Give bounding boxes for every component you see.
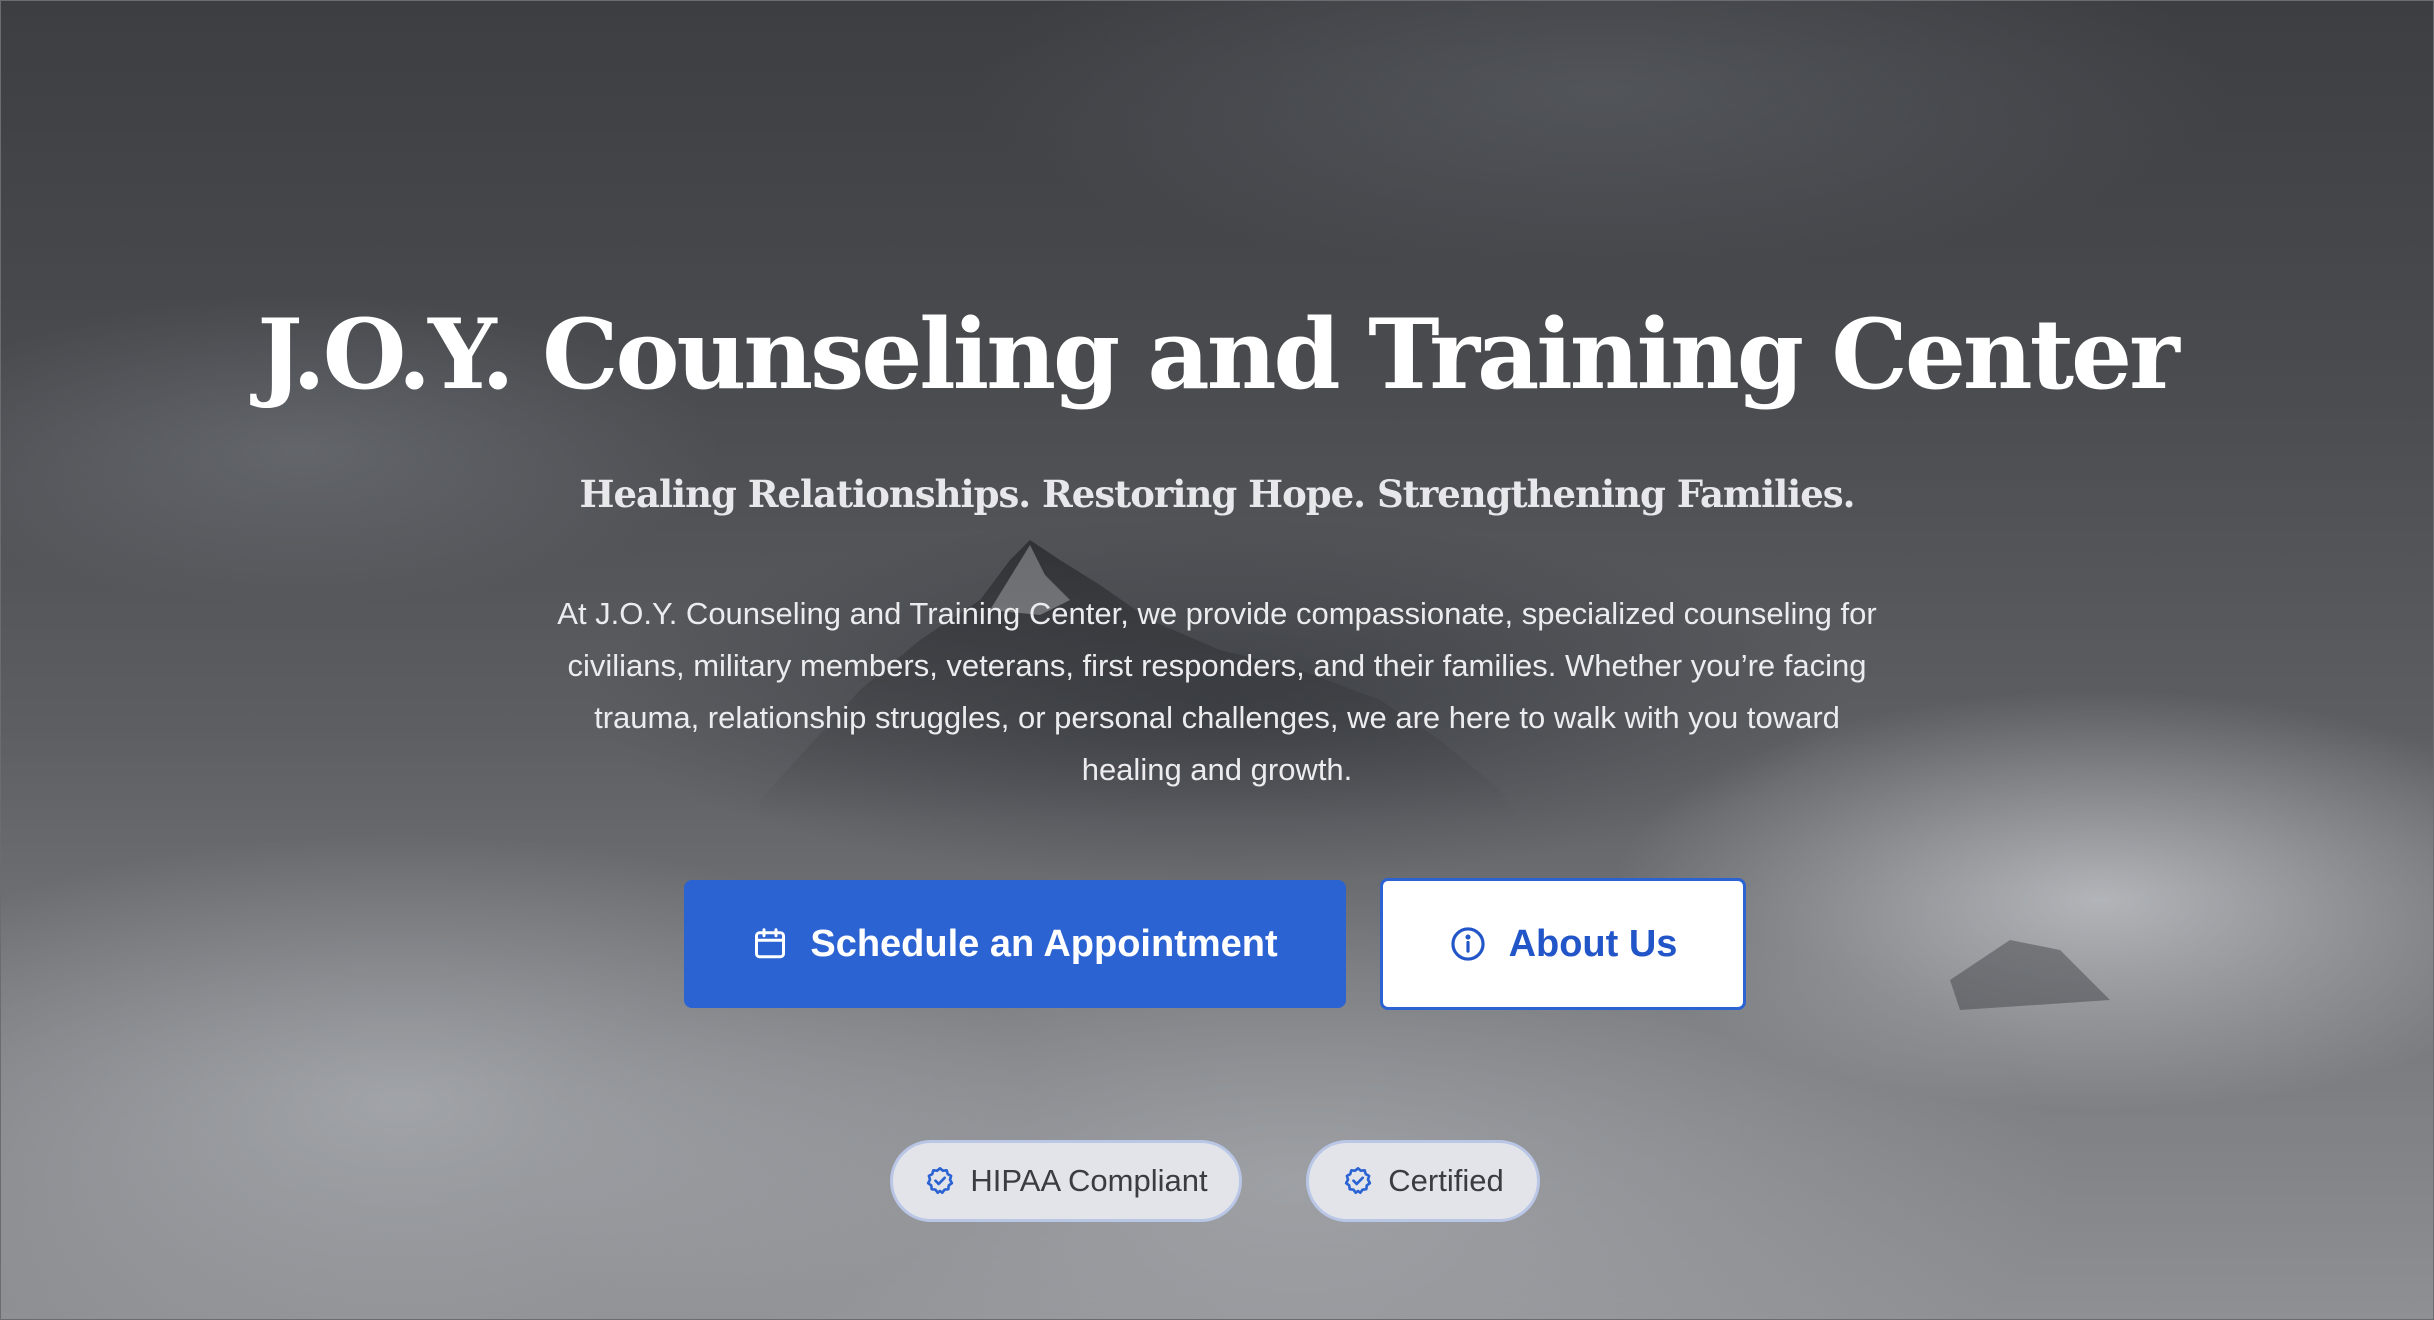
info-icon — [1449, 925, 1487, 963]
shield-check-icon — [1342, 1165, 1374, 1197]
calendar-icon — [752, 926, 788, 962]
hipaa-compliant-badge: HIPAA Compliant — [890, 1140, 1242, 1222]
hero-description: At J.O.Y. Counseling and Training Center… — [557, 596, 1877, 787]
certified-badge: Certified — [1306, 1140, 1540, 1222]
hero-tagline: Healing Relationships. Restoring Hope. S… — [579, 472, 1856, 516]
shield-check-icon — [924, 1165, 956, 1197]
about-us-label: About Us — [1508, 922, 1678, 965]
schedule-appointment-label: Schedule an Appointment — [810, 922, 1278, 965]
hero-content: J.O.Y. Counseling and Training Center He… — [0, 0, 2434, 1320]
about-us-button[interactable]: About Us — [1380, 878, 1746, 1010]
certified-label: Certified — [1388, 1163, 1504, 1198]
hipaa-compliant-label: HIPAA Compliant — [970, 1163, 1208, 1198]
schedule-appointment-button[interactable]: Schedule an Appointment — [684, 880, 1346, 1008]
page-title: J.O.Y. Counseling and Training Center — [257, 298, 2179, 411]
